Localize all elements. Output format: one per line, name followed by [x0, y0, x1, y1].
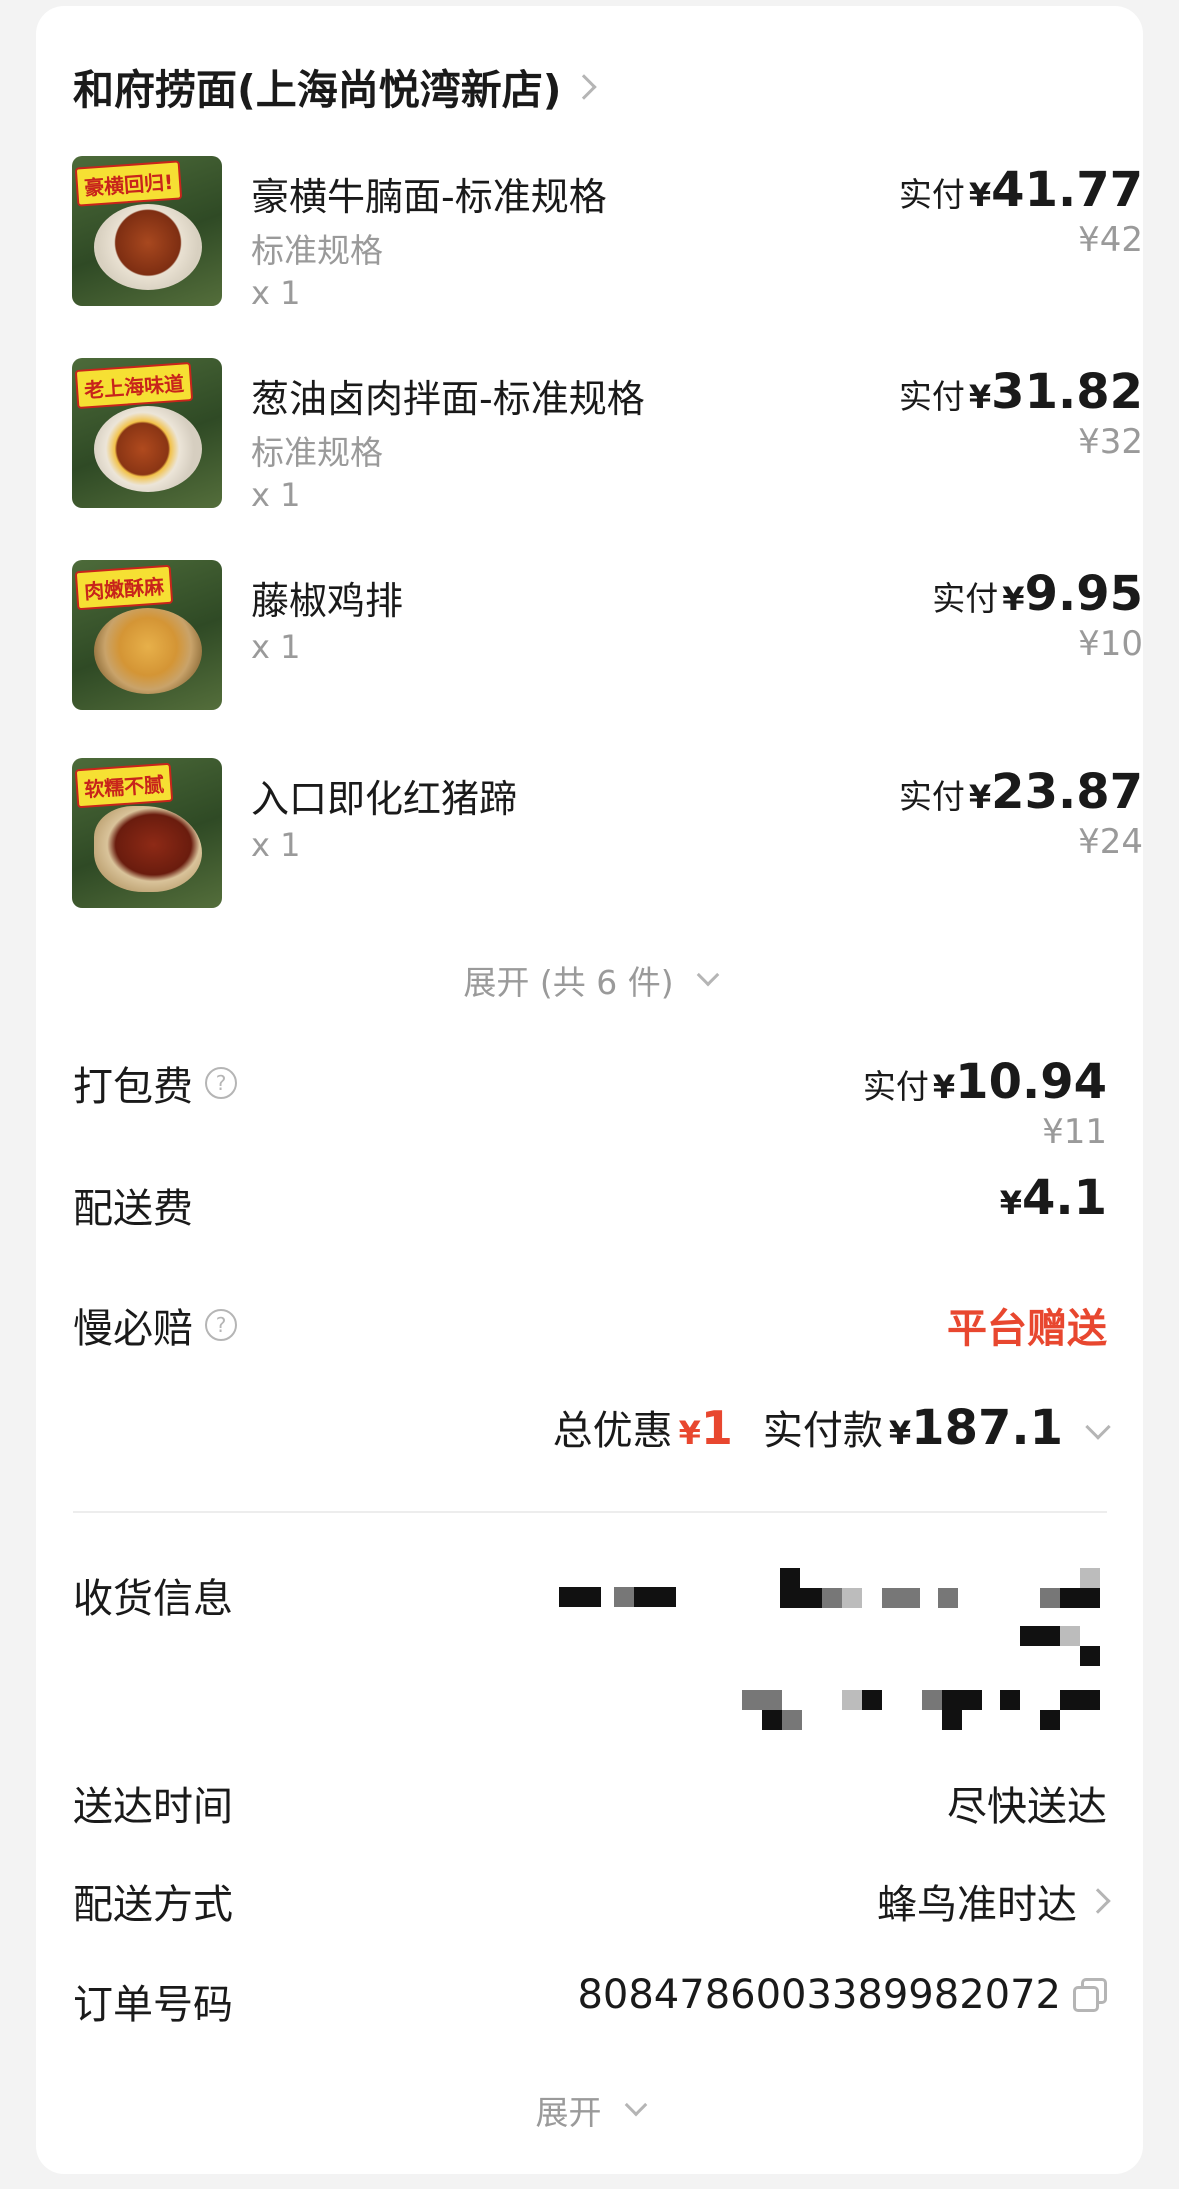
item-paid-price: 实付 ¥ 23.87 [899, 764, 1143, 820]
discount-label: 总优惠 [552, 1408, 673, 1454]
expand-details-label: 展开 [535, 2093, 602, 2132]
paid-amount: 31.82 [991, 364, 1143, 420]
item-name: 葱油卤肉拌面-标准规格 [251, 377, 645, 421]
order-item[interactable]: 豪横回归! 豪横牛腩面-标准规格 标准规格 x 1 实付 ¥ 41.77 ¥42 [72, 156, 1143, 316]
order-item[interactable]: 软糯不腻 入口即化红猪蹄 x 1 实付 ¥ 23.87 ¥24 [72, 758, 1143, 918]
currency-symbol: ¥ [1002, 580, 1025, 618]
help-icon[interactable]: ? [205, 1309, 237, 1341]
item-name: 入口即化红猪蹄 [251, 777, 518, 821]
help-icon[interactable]: ? [205, 1067, 237, 1099]
packaging-fee-original: ¥11 [1042, 1112, 1107, 1152]
item-quantity: x 1 [251, 274, 301, 312]
delivery-method-text: 蜂鸟准时达 [877, 1882, 1077, 1928]
paid-amount: 23.87 [991, 764, 1143, 820]
item-spec: 标准规格 [251, 433, 383, 472]
delivery-method-label: 配送方式 [73, 1882, 233, 1928]
order-item[interactable]: 老上海味道 葱油卤肉拌面-标准规格 标准规格 x 1 实付 ¥ 31.82 ¥3… [72, 358, 1143, 518]
copy-icon[interactable] [1073, 1978, 1107, 2012]
currency-symbol: ¥ [968, 176, 992, 214]
packaging-fee-label: 打包费 ? [73, 1054, 237, 1112]
chevron-down-icon [1085, 1414, 1111, 1440]
image-tag: 老上海味道 [74, 362, 194, 409]
order-number: 8084786003389982072 [577, 1972, 1107, 2018]
currency-symbol: ¥ [678, 1414, 701, 1452]
total-paid-amount: 187.1 [911, 1400, 1063, 1456]
divider [73, 1511, 1107, 1513]
item-quantity: x 1 [251, 826, 301, 864]
delivery-method-link[interactable]: 蜂鸟准时达 [877, 1872, 1111, 1930]
currency-symbol: ¥ [932, 1068, 956, 1106]
packaging-fee-text: 打包费 [73, 1064, 193, 1110]
order-number-label: 订单号码 [73, 1982, 233, 2028]
delivery-fee-label: 配送费 [73, 1176, 193, 1234]
chicken-cutlet-photo-icon: 肉嫩酥麻 [72, 560, 222, 710]
address-label: 收货信息 [73, 1576, 233, 1622]
paid-amount: 41.77 [991, 162, 1143, 218]
expand-details-button[interactable]: 展开 [36, 2086, 1143, 2134]
late-guarantee-label: 慢必赔 ? [73, 1296, 237, 1354]
chevron-right-icon [1085, 1888, 1111, 1914]
item-paid-price: 实付 ¥ 41.77 [899, 162, 1143, 218]
paid-amount: 9.95 [1024, 566, 1143, 622]
chevron-right-icon [571, 74, 598, 100]
item-original-price: ¥32 [1078, 422, 1143, 462]
pig-trotter-photo-icon: 软糯不腻 [72, 758, 222, 908]
delivery-fee-amount: 4.1 [1021, 1170, 1107, 1226]
currency-symbol: ¥ [968, 778, 992, 816]
order-number-text: 8084786003389982072 [577, 1972, 1061, 2018]
paid-amount: 10.94 [955, 1054, 1107, 1110]
item-paid-price: 实付 ¥ 31.82 [899, 364, 1143, 420]
image-tag: 肉嫩酥麻 [74, 564, 174, 611]
store-name: 和府捞面(上海尚悦湾新店) [73, 66, 562, 114]
item-name: 藤椒鸡排 [251, 579, 404, 623]
item-name: 豪横牛腩面-标准规格 [251, 175, 607, 219]
currency-symbol: ¥ [999, 1184, 1022, 1222]
delivery-fee-value: ¥ 4.1 [1000, 1170, 1107, 1226]
paid-label: 实付 [862, 1067, 929, 1106]
late-guarantee-text: 慢必赔 [73, 1306, 193, 1352]
delivery-time-label: 送达时间 [73, 1784, 233, 1830]
store-header[interactable]: 和府捞面(上海尚悦湾新店) [73, 56, 598, 116]
item-quantity: x 1 [251, 476, 301, 514]
paid-label: 实付 [898, 377, 965, 416]
order-detail-card: 和府捞面(上海尚悦湾新店) 豪横回归! 豪横牛腩面-标准规格 标准规格 x 1 … [36, 6, 1143, 2174]
paid-label: 实付 [898, 175, 965, 214]
currency-symbol: ¥ [888, 1414, 912, 1452]
total-paid-label: 实付款 [762, 1408, 883, 1454]
expand-items-label: 展开 (共 6 件) [463, 963, 674, 1002]
paid-label: 实付 [932, 579, 999, 618]
packaging-fee-paid: 实付 ¥ 10.94 [863, 1054, 1107, 1110]
item-paid-price: 实付 ¥ 9.95 [932, 566, 1143, 622]
paid-label: 实付 [898, 777, 965, 816]
braised-pork-noodle-photo-icon: 老上海味道 [72, 358, 222, 508]
item-original-price: ¥42 [1078, 220, 1143, 260]
beef-noodle-photo-icon: 豪横回归! [72, 156, 222, 306]
late-guarantee-value: 平台赠送 [947, 1306, 1107, 1352]
item-original-price: ¥10 [1078, 624, 1143, 664]
expand-items-button[interactable]: 展开 (共 6 件) [36, 956, 1143, 1004]
delivery-time-text: 尽快送达 [947, 1784, 1107, 1830]
image-tag: 软糯不腻 [74, 762, 174, 809]
image-tag: 豪横回归! [74, 160, 183, 207]
delivery-time-value: 尽快送达 [947, 1774, 1107, 1832]
item-original-price: ¥24 [1078, 822, 1143, 862]
order-total-summary[interactable]: 总优惠 ¥ 1 实付款 ¥ 187.1 [552, 1398, 1111, 1456]
order-item[interactable]: 肉嫩酥麻 藤椒鸡排 x 1 实付 ¥ 9.95 ¥10 [72, 560, 1143, 720]
chevron-down-icon [624, 2093, 647, 2117]
item-spec: 标准规格 [251, 231, 383, 270]
item-quantity: x 1 [251, 628, 301, 666]
chevron-down-icon [696, 963, 719, 987]
discount-amount: 1 [700, 1401, 733, 1455]
currency-symbol: ¥ [968, 378, 992, 416]
delivery-fee-text: 配送费 [73, 1186, 193, 1232]
